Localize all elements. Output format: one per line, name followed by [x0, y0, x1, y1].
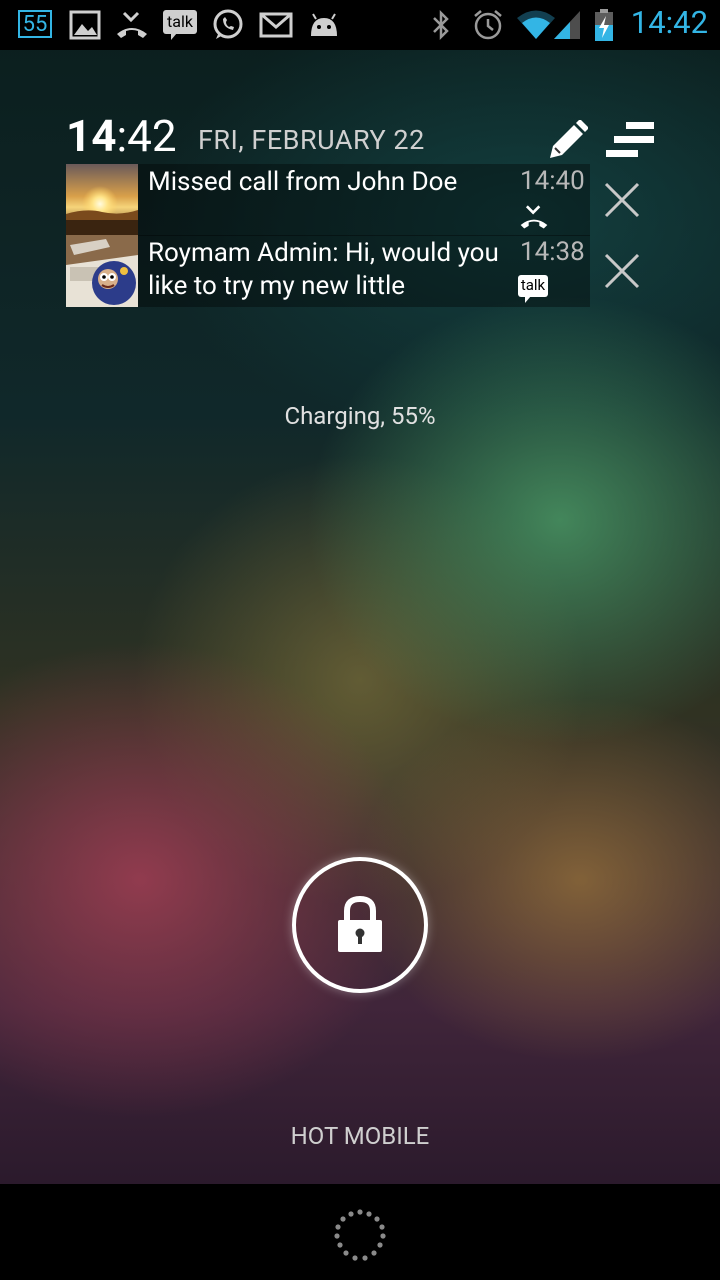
edit-pencil-icon[interactable] — [546, 119, 589, 164]
missed-call-icon — [114, 7, 150, 43]
battery-charging-icon — [592, 7, 616, 43]
notification-stack-icon[interactable] — [604, 120, 656, 164]
bluetooth-icon — [428, 7, 454, 43]
notification-count-badge: 55 — [18, 10, 52, 38]
gmail-icon — [258, 7, 294, 43]
sunset-photo-avatar — [66, 164, 138, 236]
dismiss-notification-2-close-icon[interactable] — [600, 249, 644, 293]
notification-text: Roymam Admin: Hi, would you like to try … — [148, 238, 499, 301]
charging-status: Charging, 55% — [284, 402, 436, 430]
signal-icon — [552, 7, 582, 43]
notification-time: 14:38 — [520, 237, 585, 267]
notification-talk-message[interactable]: Roymam Admin: Hi, would you like to try … — [66, 235, 590, 307]
unlock-button[interactable] — [292, 857, 428, 993]
notification-time: 14:40 — [520, 166, 585, 196]
wifi-icon — [516, 7, 556, 43]
loading-spinner-icon — [333, 1208, 387, 1266]
clock-minutes: :42 — [116, 110, 177, 162]
android-icon — [306, 7, 342, 43]
image-icon — [68, 7, 102, 43]
talk-icon: talk — [518, 273, 550, 303]
alarm-icon — [470, 7, 506, 43]
talk-icon-label: talk — [163, 10, 197, 34]
clock-date: FRI, FEBRUARY 22 — [198, 124, 425, 156]
clock-time: 14:42 — [66, 110, 177, 162]
lock-icon — [338, 895, 382, 952]
dismiss-notification-1-close-icon[interactable] — [600, 178, 644, 222]
status-bar: 55 talk 14:42 — [0, 0, 720, 50]
cartoon-avatar — [66, 235, 138, 307]
talk-icon-label: talk — [518, 275, 548, 297]
clock-hour: 14 — [66, 110, 117, 162]
notification-text: Missed call from John Doe — [148, 167, 458, 197]
whatsapp-icon — [210, 7, 246, 43]
notification-missed-call[interactable]: Missed call from John Doe 14:40 — [66, 164, 590, 236]
lock-screen: 55 talk 14:42 14:42 FRI, FEBRUARY 22 Mis… — [0, 0, 720, 1280]
missed-call-icon — [518, 202, 550, 236]
carrier-name: HOT MOBILE — [290, 1122, 430, 1150]
status-bar-time: 14:42 — [630, 4, 708, 41]
talk-icon: talk — [162, 7, 198, 43]
